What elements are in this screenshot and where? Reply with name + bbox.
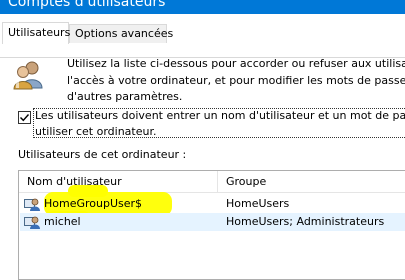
checkmark-icon	[20, 114, 30, 122]
require-password-line-2: utiliser cet ordinateur.	[35, 125, 157, 138]
column-separator[interactable]	[217, 171, 218, 193]
users-icon	[13, 60, 45, 90]
intro-line-1: Utilisez la liste ci-dessous pour accord…	[67, 57, 405, 70]
require-password-checkbox[interactable]	[18, 111, 31, 124]
require-password-line-1: Les utilisateurs doivent entrer un nom d…	[35, 109, 405, 122]
window-title: Comptes d'utilisateurs	[8, 0, 166, 10]
intro-line-3: d'autres paramètres.	[67, 90, 183, 103]
column-header-group[interactable]: Groupe	[226, 175, 266, 188]
require-password-label[interactable]: Les utilisateurs doivent entrer un nom d…	[35, 108, 405, 140]
intro-line-2: l'accès à votre ordinateur, et pour modi…	[67, 73, 405, 87]
intro-text: Utilisez la liste ci-dessous pour accord…	[67, 56, 405, 106]
table-row[interactable]: HomeGroupUser$ HomeUsers	[20, 185, 405, 225]
tab-utilisateurs[interactable]: Utilisateurs	[2, 22, 70, 44]
users-list[interactable]: Nom d'utilisateur Groupe HomeGroupUser$ …	[18, 170, 405, 280]
user-group: HomeUsers	[226, 197, 290, 210]
user-group: HomeUsers; Administrateurs	[226, 215, 385, 228]
user-name: michel	[44, 215, 81, 228]
window-titlebar[interactable]: Comptes d'utilisateurs	[0, 0, 405, 14]
user-name: HomeGroupUser$	[44, 197, 143, 210]
tab-options-avancees[interactable]: Options avancées	[69, 24, 173, 43]
user-icon	[24, 216, 40, 229]
table-row[interactable]: michel HomeUsers; Administrateurs	[20, 213, 405, 231]
highlighter-mark	[68, 185, 108, 197]
user-icon	[24, 198, 40, 211]
users-section-label: Utilisateurs de cet ordinateur :	[18, 148, 187, 161]
